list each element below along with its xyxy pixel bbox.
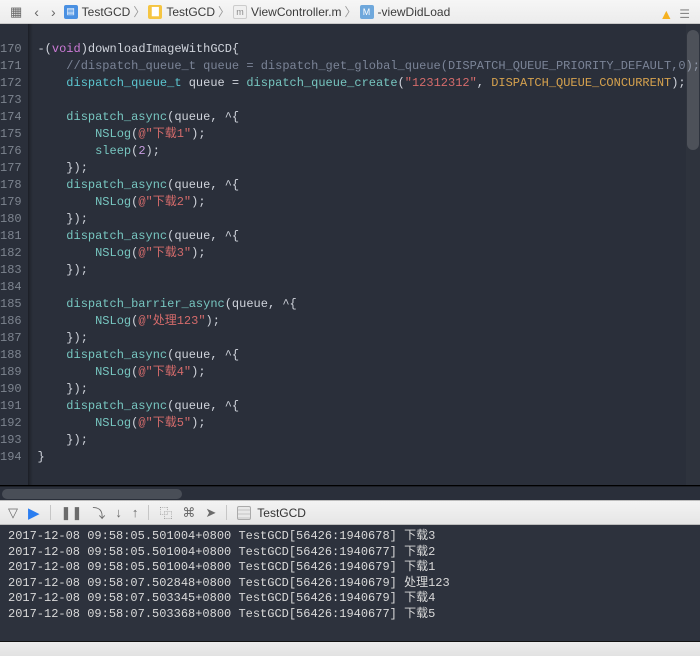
- nav-forward-icon[interactable]: ›: [47, 4, 60, 20]
- crumb-project[interactable]: ▤ TestGCD: [64, 5, 131, 19]
- crumb-label: TestGCD: [166, 5, 215, 19]
- divider: [50, 505, 51, 520]
- divider: [148, 505, 149, 520]
- toggle-debug-icon[interactable]: ▽: [8, 505, 18, 521]
- breadcrumb[interactable]: ▤ TestGCD 〉 ▇ TestGCD 〉 m ViewController…: [64, 3, 694, 20]
- location-icon[interactable]: ➤: [205, 505, 216, 521]
- horizontal-scrollbar[interactable]: [0, 486, 700, 500]
- console-output[interactable]: 2017-12-08 09:58:05.501004+0800 TestGCD[…: [0, 525, 700, 642]
- m-file-icon: m: [233, 5, 247, 19]
- code-area[interactable]: -(void)downloadImageWithGCD{ //dispatch_…: [33, 24, 700, 485]
- method-icon: M: [360, 5, 374, 19]
- debug-target[interactable]: TestGCD: [237, 506, 306, 520]
- step-out-icon[interactable]: ↑: [132, 505, 139, 520]
- toggle-editor-icon[interactable]: ☰: [679, 7, 690, 21]
- related-items-icon[interactable]: ▦: [6, 4, 26, 20]
- continue-icon[interactable]: ▶: [28, 504, 40, 522]
- warning-icon[interactable]: ▲: [659, 6, 673, 22]
- nav-back-icon[interactable]: ‹: [30, 4, 43, 20]
- code-editor[interactable]: 1701711721731741751761771781791801811821…: [0, 24, 700, 486]
- view-debug-icon[interactable]: ⿻: [159, 503, 172, 522]
- console-scrollbar[interactable]: [0, 642, 700, 656]
- crumb-sep: 〉: [345, 3, 357, 20]
- debug-toolbar: ▽ ▶ ❚❚ ⤵ ↓ ↑ ⿻ ⌘ ➤ TestGCD: [0, 500, 700, 525]
- scroll-thumb[interactable]: [2, 489, 182, 499]
- project-icon: ▤: [64, 5, 78, 19]
- pause-icon[interactable]: ❚❚: [61, 505, 83, 521]
- memory-graph-icon[interactable]: ⌘: [182, 505, 195, 521]
- target-icon: [237, 506, 251, 520]
- folder-icon: ▇: [148, 5, 162, 19]
- line-gutter: 1701711721731741751761771781791801811821…: [0, 24, 29, 485]
- target-label: TestGCD: [257, 506, 306, 520]
- crumb-label: -viewDidLoad: [378, 5, 451, 19]
- step-over-icon[interactable]: ⤵: [92, 503, 105, 522]
- crumb-label: TestGCD: [82, 5, 131, 19]
- jump-bar: ▦ ‹ › ▤ TestGCD 〉 ▇ TestGCD 〉 m ViewCont…: [0, 0, 700, 24]
- crumb-file[interactable]: m ViewController.m: [233, 5, 341, 19]
- crumb-sep: 〉: [133, 3, 145, 20]
- crumb-folder[interactable]: ▇ TestGCD: [148, 5, 215, 19]
- scroll-thumb[interactable]: [687, 30, 699, 150]
- step-into-icon[interactable]: ↓: [115, 505, 122, 520]
- divider: [226, 505, 227, 520]
- vertical-scrollbar[interactable]: [686, 24, 700, 485]
- crumb-method[interactable]: M -viewDidLoad: [360, 5, 451, 19]
- crumb-sep: 〉: [218, 3, 230, 20]
- crumb-label: ViewController.m: [251, 5, 341, 19]
